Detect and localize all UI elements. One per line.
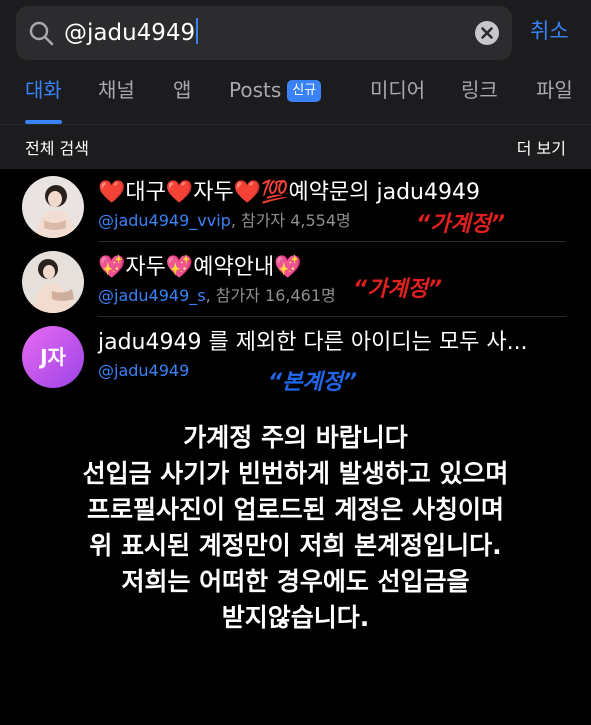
tab-links[interactable]: 링크 [461, 76, 498, 104]
tab-apps[interactable]: 앱 [173, 76, 191, 104]
result-subtitle: @jadu4949_s, 참가자 16,461명 [98, 285, 336, 307]
tab-channels[interactable]: 채널 [98, 76, 135, 104]
channel-handle[interactable]: @jadu4949 [98, 361, 189, 380]
result-title: ❤️대구❤️자두❤️💯예약문의 jadu4949 [98, 180, 480, 205]
notice-line: 가계정 주의 바랍니다 [183, 423, 408, 452]
result-row[interactable]: J자 jadu4949 를 제외한 다른 아이디는 모두 사... @jadu4… [0, 320, 591, 395]
search-input[interactable]: @jadu4949 [16, 6, 512, 60]
divider [98, 241, 566, 242]
more-button[interactable]: 더 보기 [517, 135, 566, 159]
official-account-annotation: “본계정” [268, 370, 358, 395]
fake-account-annotation: “가계정” [353, 277, 443, 302]
tab-posts-label: Posts [229, 78, 282, 102]
result-subtitle: @jadu4949_vvip, 참가자 4,554명 [98, 210, 351, 232]
tab-posts[interactable]: Posts 신규 [229, 76, 322, 104]
channel-handle[interactable]: @jadu4949_vvip [98, 211, 231, 230]
tab-files[interactable]: 파일 [536, 76, 573, 104]
notice-line: 선입금 사기가 빈번하게 발생하고 있으며 [82, 459, 509, 488]
notice-line: 받지않습니다. [221, 603, 370, 632]
tab-bar: 대화 채널 앱 Posts 신규 미디어 링크 파일 [0, 62, 591, 124]
result-title: 💖자두💖예약안내💖 [98, 255, 302, 280]
tab-media[interactable]: 미디어 [370, 76, 425, 104]
divider [98, 316, 566, 317]
search-icon [29, 21, 54, 46]
text-cursor [196, 18, 199, 44]
avatar [22, 176, 84, 238]
channel-handle[interactable]: @jadu4949_s [98, 286, 206, 305]
avatar [22, 251, 84, 313]
member-count: , 참가자 16,461명 [205, 286, 336, 305]
notice-line: 저희는 어떠한 경우에도 선입금을 [121, 567, 470, 596]
notice-line: 위 표시된 계정만이 저희 본계정입니다. [89, 531, 502, 560]
member-count: , 참가자 4,554명 [230, 211, 351, 230]
cancel-button[interactable]: 취소 [530, 14, 569, 48]
fake-account-annotation: “가계정” [416, 212, 506, 237]
new-badge: 신규 [287, 80, 322, 102]
clear-icon[interactable] [474, 20, 500, 46]
warning-notice: 가계정 주의 바랍니다 선입금 사기가 빈번하게 발생하고 있으며 프로필사진이… [0, 420, 591, 636]
search-header: @jadu4949 취소 [0, 0, 591, 62]
tab-conversations[interactable]: 대화 [25, 76, 62, 104]
notice-line: 프로필사진이 업로드된 계정은 사칭이며 [86, 495, 505, 524]
search-query: @jadu4949 [64, 16, 199, 50]
section-header: 전체 검색 더 보기 [0, 124, 591, 169]
result-subtitle: @jadu4949 [98, 360, 189, 382]
avatar: J자 [22, 326, 84, 388]
result-row[interactable]: ❤️대구❤️자두❤️💯예약문의 jadu4949 @jadu4949_vvip,… [0, 170, 591, 242]
result-title: jadu4949 를 제외한 다른 아이디는 모두 사... [98, 330, 528, 355]
result-row[interactable]: 💖자두💖예약안내💖 @jadu4949_s, 참가자 16,461명 “가계정” [0, 245, 591, 317]
section-title: 전체 검색 [25, 139, 89, 158]
